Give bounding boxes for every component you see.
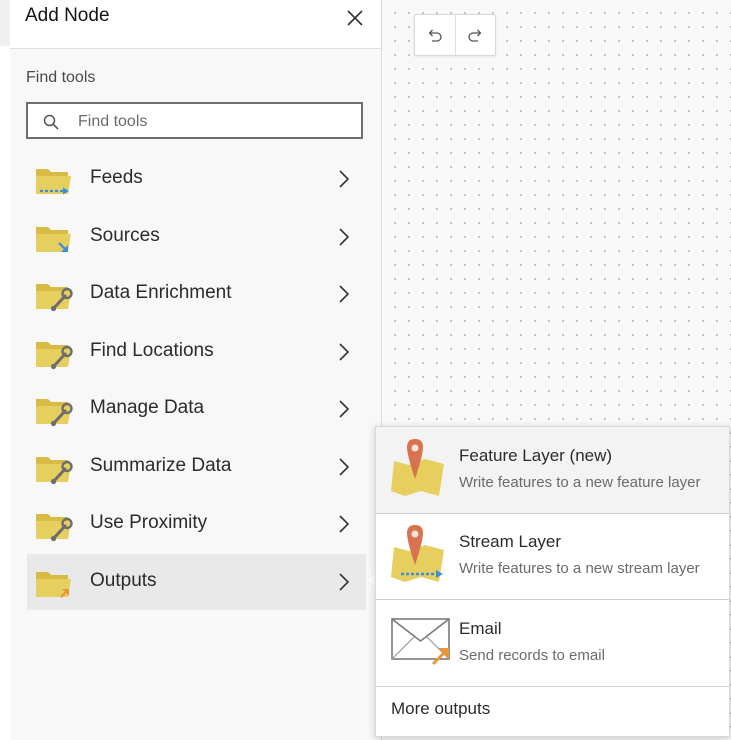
chevron-wrap [338,227,350,252]
category-item-summarize-data[interactable]: Summarize Data [27,439,366,495]
category-item-data-enrichment[interactable]: Data Enrichment [27,266,366,322]
search-box [26,102,363,139]
category-item-outputs[interactable]: Outputs [27,553,366,610]
category-item-use-proximity[interactable]: Use Proximity [27,496,366,552]
folder-wrap [34,278,74,317]
search-icon [43,114,59,130]
outputs-flyout: Feature Layer (new) Write features to a … [375,426,730,737]
chevron-right-icon [339,457,350,476]
folder-tool-icon [36,514,73,542]
folder-feed-icon [36,169,71,195]
folder-wrap [34,221,74,260]
output-icon-wrap [391,525,447,590]
add-node-panel: Add Node Find tools Feeds Sources [10,0,382,740]
category-item-sources[interactable]: Sources [27,209,366,265]
find-tools-label: Find tools [26,69,96,86]
folder-source-icon [36,226,71,252]
category-item-find-locations[interactable]: Find Locations [27,324,366,380]
output-description: Write features to a new stream layer [459,560,700,577]
chevron-wrap [338,342,350,367]
chevron-right-icon [339,572,350,591]
output-item-email[interactable]: Email Send records to email [376,599,729,687]
category-label: Data Enrichment [90,282,232,303]
chevron-wrap [338,514,350,539]
output-icon-wrap [391,617,453,672]
chevron-wrap [338,169,350,194]
chevron-right-icon [339,342,350,361]
category-label: Manage Data [90,397,205,418]
folder-tool-icon [36,399,73,427]
output-item-feature-layer-new[interactable]: Feature Layer (new) Write features to a … [376,427,729,514]
feature-layer-icon [391,439,444,496]
category-label: Sources [90,224,160,246]
category-label: Use Proximity [90,512,208,533]
redo-icon [468,29,482,42]
chevron-wrap [338,457,350,482]
folder-wrap [34,451,74,490]
output-title: Stream Layer [459,532,562,551]
category-label: Feeds [90,167,143,188]
undo-redo-toolbar [414,14,496,56]
chevron-right-icon [339,400,350,418]
search-input[interactable] [76,110,350,134]
folder-wrap [34,163,74,202]
folder-tool-icon [36,456,73,484]
folder-tool-icon [36,284,73,312]
output-description: Write features to a new feature layer [459,474,701,491]
folder-output-icon [36,571,71,598]
close-icon [347,10,363,26]
chevron-right-icon [339,170,350,188]
output-item-stream-layer[interactable]: Stream Layer Write features to a new str… [376,513,729,600]
stream-layer-icon [391,525,444,582]
folder-wrap [34,566,74,605]
chevron-wrap [338,284,350,309]
category-label: Find Locations [90,339,214,361]
category-item-manage-data[interactable]: Manage Data [27,381,366,437]
chevron-right-icon [339,285,350,303]
folder-wrap [34,336,74,375]
more-outputs-link[interactable]: More outputs [391,699,490,719]
left-tab [0,0,10,46]
undo-icon [428,29,442,42]
email-icon [391,618,450,666]
panel-title: Add Node [25,5,110,26]
chevron-wrap [338,399,350,424]
folder-tool-icon [36,341,73,369]
undo-button[interactable] [415,15,455,55]
panel-header: Add Node [10,0,381,49]
close-button[interactable] [343,6,367,30]
chevron-wrap [338,572,350,597]
folder-wrap [34,393,74,432]
output-title: Email [459,619,502,638]
redo-button[interactable] [454,15,496,55]
category-label: Summarize Data [90,454,232,476]
chevron-right-icon [339,515,350,533]
folder-wrap [34,508,74,547]
category-item-feeds[interactable]: Feeds [27,151,366,207]
category-label: Outputs [90,569,157,591]
chevron-right-icon [339,227,350,246]
output-icon-wrap [391,439,447,504]
output-title: Feature Layer (new) [459,446,613,465]
output-description: Send records to email [459,647,605,664]
